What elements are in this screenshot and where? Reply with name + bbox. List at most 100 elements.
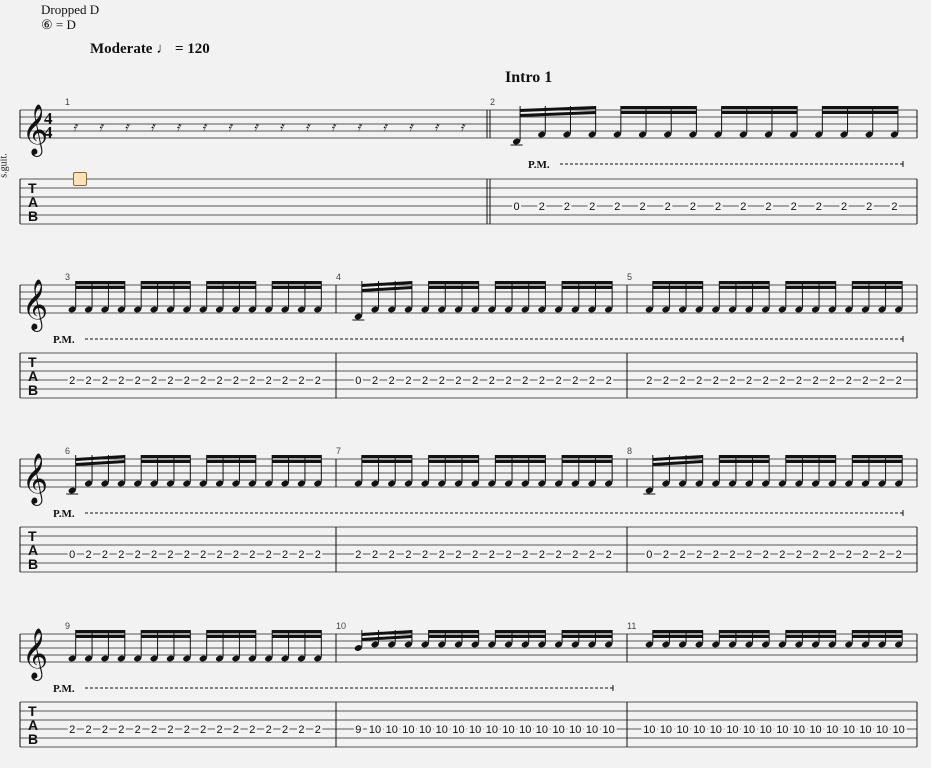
fret-number: 2 bbox=[102, 549, 108, 561]
sixteenth-rest-icon: 𝄿 bbox=[254, 119, 260, 134]
beam bbox=[272, 635, 322, 638]
fret-number: 2 bbox=[539, 549, 545, 561]
fret-number: 2 bbox=[249, 549, 255, 561]
fret-number: 2 bbox=[589, 375, 595, 387]
measure-number: 8 bbox=[627, 446, 632, 456]
fret-number: 10 bbox=[569, 724, 581, 736]
fret-number: 10 bbox=[660, 724, 672, 736]
fret-number: 2 bbox=[86, 375, 92, 387]
beam bbox=[361, 281, 412, 287]
fret-number: 2 bbox=[765, 201, 771, 213]
beam bbox=[852, 635, 903, 638]
fret-number: 2 bbox=[829, 549, 835, 561]
fret-number: 2 bbox=[572, 375, 578, 387]
beam bbox=[141, 286, 191, 289]
beam bbox=[75, 630, 125, 633]
beam bbox=[75, 460, 125, 466]
measure-number: 11 bbox=[627, 621, 636, 631]
fret-number: 10 bbox=[776, 724, 788, 736]
fret-number: 10 bbox=[486, 724, 498, 736]
beam bbox=[428, 460, 479, 463]
beam bbox=[495, 286, 546, 289]
fret-number: 2 bbox=[862, 375, 868, 387]
beam bbox=[822, 111, 898, 114]
fret-number: 2 bbox=[167, 724, 173, 736]
fret-number: 2 bbox=[455, 549, 461, 561]
fret-number: 9 bbox=[355, 724, 361, 736]
fret-number: 10 bbox=[743, 724, 755, 736]
beam bbox=[75, 455, 125, 461]
fret-number: 2 bbox=[233, 549, 239, 561]
sixteenth-rest-icon: 𝄿 bbox=[125, 119, 131, 134]
fret-number: 10 bbox=[676, 724, 688, 736]
fret-number: 2 bbox=[796, 375, 802, 387]
palm-mute-label: P.M. bbox=[53, 508, 75, 520]
fret-number: 2 bbox=[200, 375, 206, 387]
fret-number: 2 bbox=[118, 375, 124, 387]
fret-number: 10 bbox=[843, 724, 855, 736]
fret-number: 10 bbox=[469, 724, 481, 736]
beam bbox=[852, 286, 903, 289]
fret-number: 2 bbox=[763, 375, 769, 387]
beam bbox=[721, 106, 798, 109]
fret-number: 2 bbox=[539, 201, 545, 213]
fret-number: 2 bbox=[715, 201, 721, 213]
fret-number: 10 bbox=[502, 724, 514, 736]
sixteenth-rest-icon: 𝄿 bbox=[383, 119, 389, 134]
beam bbox=[719, 630, 770, 633]
fret-number: 2 bbox=[779, 549, 785, 561]
fret-number: 2 bbox=[891, 201, 897, 213]
treble-clef-icon: 𝄞 bbox=[22, 453, 48, 506]
beam bbox=[562, 455, 613, 458]
fret-number: 2 bbox=[217, 549, 223, 561]
fret-number: 2 bbox=[606, 549, 612, 561]
beam bbox=[428, 281, 479, 284]
fret-number: 2 bbox=[665, 201, 671, 213]
palm-mute-label: P.M. bbox=[53, 683, 75, 695]
beam bbox=[361, 460, 412, 463]
sixteenth-rest-icon: 𝄿 bbox=[279, 119, 285, 134]
beam bbox=[361, 630, 412, 636]
fret-number: 2 bbox=[896, 375, 902, 387]
fret-number: 2 bbox=[841, 201, 847, 213]
beam bbox=[428, 455, 479, 458]
sixteenth-rest-icon: 𝄿 bbox=[305, 119, 311, 134]
fret-number: 2 bbox=[791, 201, 797, 213]
fret-number: 10 bbox=[643, 724, 655, 736]
fret-number: 2 bbox=[680, 549, 686, 561]
fret-number: 2 bbox=[489, 375, 495, 387]
fret-number: 2 bbox=[729, 549, 735, 561]
beam bbox=[361, 455, 412, 458]
fret-number: 2 bbox=[102, 724, 108, 736]
fret-number: 2 bbox=[846, 549, 852, 561]
beam bbox=[652, 460, 703, 466]
beam bbox=[562, 630, 613, 633]
beam bbox=[620, 106, 697, 109]
beam bbox=[785, 286, 836, 289]
time-signature-bottom: 4 bbox=[44, 123, 53, 142]
fret-number: 2 bbox=[69, 724, 75, 736]
fret-number: 2 bbox=[746, 549, 752, 561]
fret-number: 2 bbox=[282, 724, 288, 736]
fret-number: 2 bbox=[680, 375, 686, 387]
fret-number: 2 bbox=[372, 549, 378, 561]
fret-number: 2 bbox=[315, 375, 321, 387]
fret-number: 2 bbox=[233, 724, 239, 736]
beam bbox=[785, 455, 836, 458]
fret-number: 2 bbox=[522, 375, 528, 387]
fret-number: 10 bbox=[760, 724, 772, 736]
fret-number: 2 bbox=[200, 724, 206, 736]
fret-number: 10 bbox=[419, 724, 431, 736]
measure-number: 3 bbox=[65, 272, 70, 282]
measure-number: 5 bbox=[627, 272, 632, 282]
beam bbox=[495, 460, 546, 463]
beam bbox=[719, 455, 770, 458]
playback-cursor[interactable] bbox=[73, 172, 87, 186]
beam bbox=[141, 460, 191, 463]
fret-number: 2 bbox=[663, 375, 669, 387]
fret-number: 2 bbox=[690, 201, 696, 213]
fret-number: 2 bbox=[298, 549, 304, 561]
fret-number: 0 bbox=[514, 201, 520, 213]
fret-number: 2 bbox=[217, 724, 223, 736]
fret-number: 0 bbox=[355, 375, 361, 387]
